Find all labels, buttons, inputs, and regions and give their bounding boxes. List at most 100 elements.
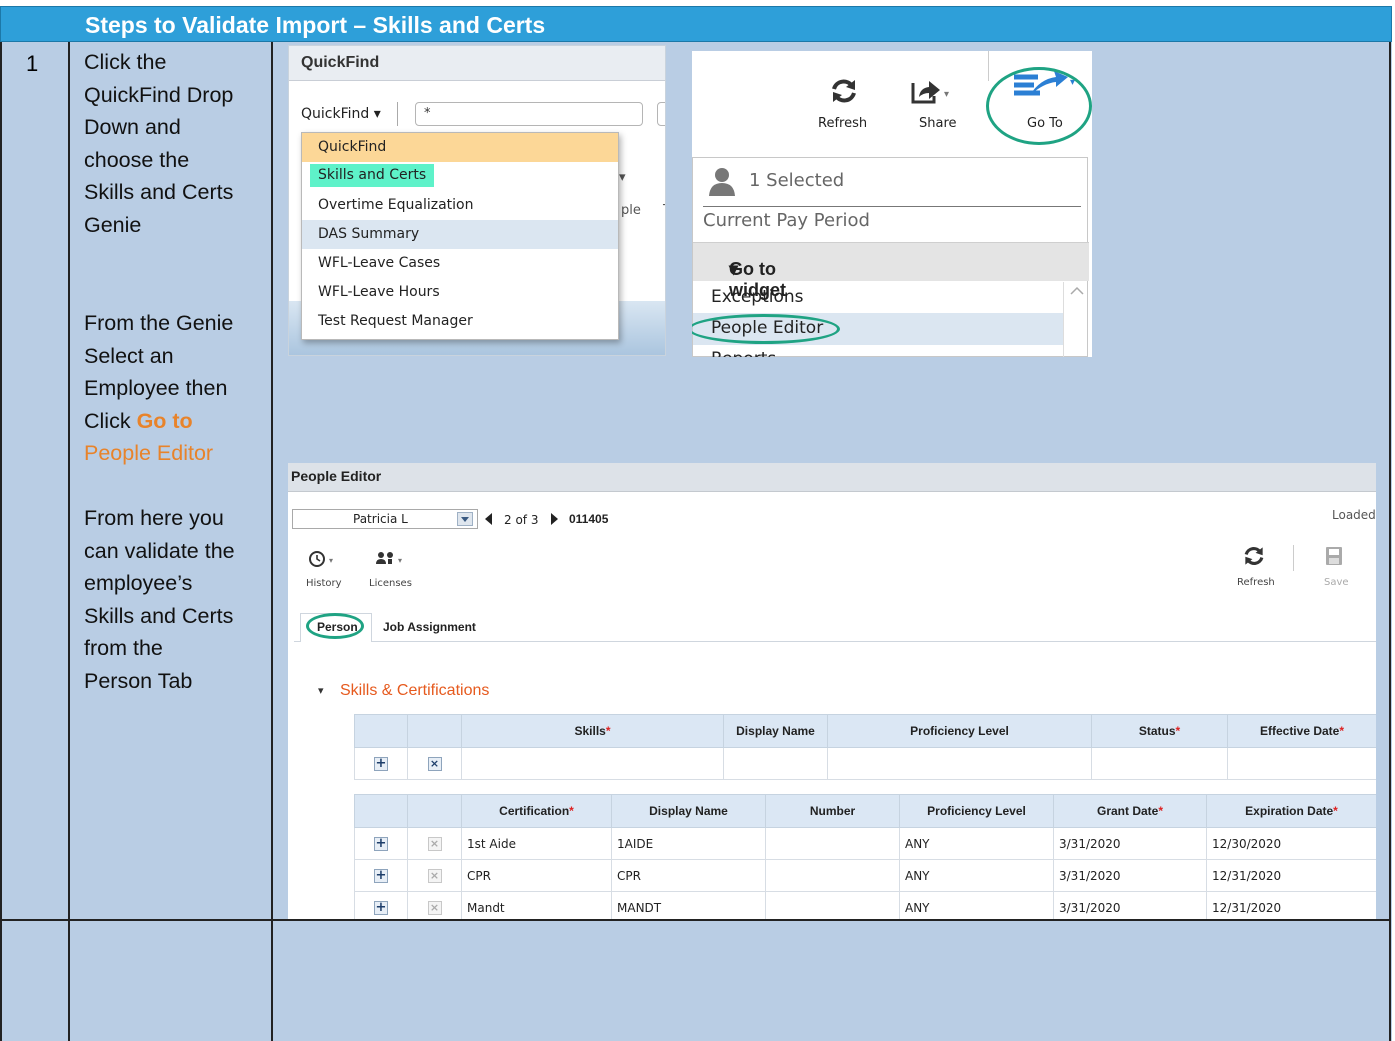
table-row-divider xyxy=(0,919,1391,921)
section-title: Skills & Certifications xyxy=(340,682,490,699)
next-arrow-icon[interactable] xyxy=(550,513,558,525)
collapse-caret-icon[interactable]: ▾ xyxy=(318,684,324,697)
delete-row-icon[interactable]: × xyxy=(427,901,442,915)
column-header[interactable]: Expiration Date* xyxy=(1206,794,1376,828)
refresh-icon[interactable] xyxy=(1243,545,1265,567)
cert-proficiency-cell[interactable]: ANY xyxy=(899,827,1054,860)
column-header[interactable]: Display Name xyxy=(611,794,766,828)
cert-name-cell[interactable]: CPR xyxy=(461,859,612,892)
cert-expiration-date-cell[interactable]: 12/30/2020 xyxy=(1206,827,1376,860)
share-label: Share xyxy=(919,116,957,131)
cert-number-cell[interactable] xyxy=(765,891,900,919)
caret-down-icon: ▾ xyxy=(619,170,626,185)
instruction-paragraph-2: From the Genie Select an Employee then C… xyxy=(84,307,264,470)
table-header-row: Steps to Validate Import – Skills and Ce… xyxy=(0,6,1392,42)
svg-text:▾: ▾ xyxy=(398,556,402,565)
column-header[interactable]: Skills* xyxy=(461,714,724,748)
cert-display-name-cell[interactable]: CPR xyxy=(611,859,766,892)
tab-strip-line xyxy=(294,641,1376,642)
tab-job-assignment[interactable]: Job Assignment xyxy=(383,620,476,634)
cert-grant-date-cell[interactable]: 3/31/2020 xyxy=(1053,827,1207,860)
pager-text: 2 of 3 xyxy=(504,513,539,527)
add-row-icon[interactable]: + xyxy=(374,757,388,771)
widget-list-scrollbar[interactable] xyxy=(1063,282,1090,357)
people-editor-screenshot: People Editor Patricia L 2 of 3 011405 L… xyxy=(288,463,1376,919)
table-row: + × CPR CPR ANY 3/31/2020 12/31/2020 xyxy=(354,859,1376,892)
goto-highlight-ring xyxy=(986,67,1092,145)
add-row-icon[interactable]: + xyxy=(374,901,388,915)
cert-expiration-date-cell[interactable]: 12/31/2020 xyxy=(1206,859,1376,892)
history-label: History xyxy=(306,578,342,589)
column-header[interactable]: Display Name xyxy=(723,714,828,748)
column-header[interactable]: Proficiency Level xyxy=(899,794,1054,828)
menu-item-wfl-leave-cases[interactable]: WFL-Leave Cases xyxy=(302,249,618,278)
cert-proficiency-cell[interactable]: ANY xyxy=(899,891,1054,919)
quickfind-dropdown[interactable]: QuickFind ▾ xyxy=(301,106,381,122)
goto-widget-header[interactable]: ▾ Go to widget xyxy=(693,242,1089,300)
history-icon[interactable]: ▾ xyxy=(308,549,338,569)
widget-item-reports[interactable]: Reports xyxy=(693,344,1063,357)
instruction-paragraph-3: From here you can validate the employee’… xyxy=(84,502,264,698)
table-row: + × xyxy=(354,747,1376,780)
quickfind-search-input[interactable]: * xyxy=(415,102,643,126)
column-header[interactable]: Grant Date* xyxy=(1053,794,1207,828)
menu-item-skills-and-certs[interactable]: Skills and Certs xyxy=(302,162,618,191)
table-row: + × 1st Aide 1AIDE ANY 3/31/2020 12/30/2… xyxy=(354,827,1376,860)
pay-period-label: Current Pay Period xyxy=(703,210,870,231)
quickfind-search-button[interactable] xyxy=(657,102,665,126)
instruction-document: Steps to Validate Import – Skills and Ce… xyxy=(0,0,1392,1041)
people-editor-highlight-ring xyxy=(692,314,840,344)
menu-item-quickfind[interactable]: QuickFind xyxy=(302,133,618,162)
save-label: Save xyxy=(1324,577,1349,588)
instruction-line: choose the xyxy=(84,147,190,172)
svg-text:▾: ▾ xyxy=(329,556,333,565)
delete-row-icon[interactable]: × xyxy=(427,837,442,851)
cert-proficiency-cell[interactable]: ANY xyxy=(899,859,1054,892)
cert-number-cell[interactable] xyxy=(765,859,900,892)
person-tab-highlight-ring xyxy=(306,613,364,639)
delete-row-icon[interactable]: × xyxy=(427,869,442,883)
menu-item-das-summary[interactable]: DAS Summary xyxy=(302,220,618,249)
cert-number-cell[interactable] xyxy=(765,827,900,860)
menu-item-test-request-manager[interactable]: Test Request Manager xyxy=(302,307,618,336)
instruction-line: Employee then xyxy=(84,376,228,401)
selected-count: 1 Selected xyxy=(749,170,845,191)
cert-expiration-date-cell[interactable]: 12/31/2020 xyxy=(1206,891,1376,919)
table-border-col1 xyxy=(68,42,70,1041)
table-border-right xyxy=(1389,42,1391,1041)
divider xyxy=(1293,545,1294,571)
column-header[interactable]: Status* xyxy=(1091,714,1228,748)
employee-select[interactable]: Patricia L xyxy=(292,509,478,529)
menu-item-wfl-leave-hours[interactable]: WFL-Leave Hours xyxy=(302,278,618,307)
instruction-line: employee’s xyxy=(84,571,193,596)
cert-display-name-cell[interactable]: MANDT xyxy=(611,891,766,919)
widget-item-exceptions[interactable]: Exceptions xyxy=(693,282,1063,314)
delete-row-icon[interactable]: × xyxy=(427,757,442,771)
instruction-line: Skills and Certs xyxy=(84,180,234,205)
refresh-label: Refresh xyxy=(818,116,868,131)
add-row-icon[interactable]: + xyxy=(374,837,388,851)
column-header[interactable]: Number xyxy=(765,794,900,828)
cert-grant-date-cell[interactable]: 3/31/2020 xyxy=(1053,891,1207,919)
instruction-paragraph-1: Click the QuickFind Drop Down and choose… xyxy=(84,46,264,242)
refresh-label: Refresh xyxy=(1237,577,1275,588)
quickfind-screenshot: QuickFind QuickFind ▾ * ple T ▾ QuickFin… xyxy=(288,45,666,356)
previous-arrow-icon[interactable] xyxy=(485,513,493,525)
column-header[interactable]: Proficiency Level xyxy=(827,714,1092,748)
cert-name-cell[interactable]: Mandt xyxy=(461,891,612,919)
divider xyxy=(703,206,1081,207)
quickfind-title-bar: QuickFind xyxy=(289,46,665,81)
share-icon[interactable]: ▾ xyxy=(910,77,950,105)
cert-name-cell[interactable]: 1st Aide xyxy=(461,827,612,860)
cert-grant-date-cell[interactable]: 3/31/2020 xyxy=(1053,859,1207,892)
column-header[interactable]: Effective Date* xyxy=(1227,714,1376,748)
refresh-icon[interactable] xyxy=(830,77,858,105)
people-editor-title: People Editor xyxy=(291,468,382,484)
menu-item-overtime-equalization[interactable]: Overtime Equalization xyxy=(302,191,618,220)
instruction-line: Genie xyxy=(84,212,142,237)
save-icon[interactable] xyxy=(1325,546,1343,566)
add-row-icon[interactable]: + xyxy=(374,869,388,883)
column-header[interactable]: Certification* xyxy=(461,794,612,828)
cert-display-name-cell[interactable]: 1AIDE xyxy=(611,827,766,860)
licenses-icon[interactable]: ▾ xyxy=(375,549,407,569)
